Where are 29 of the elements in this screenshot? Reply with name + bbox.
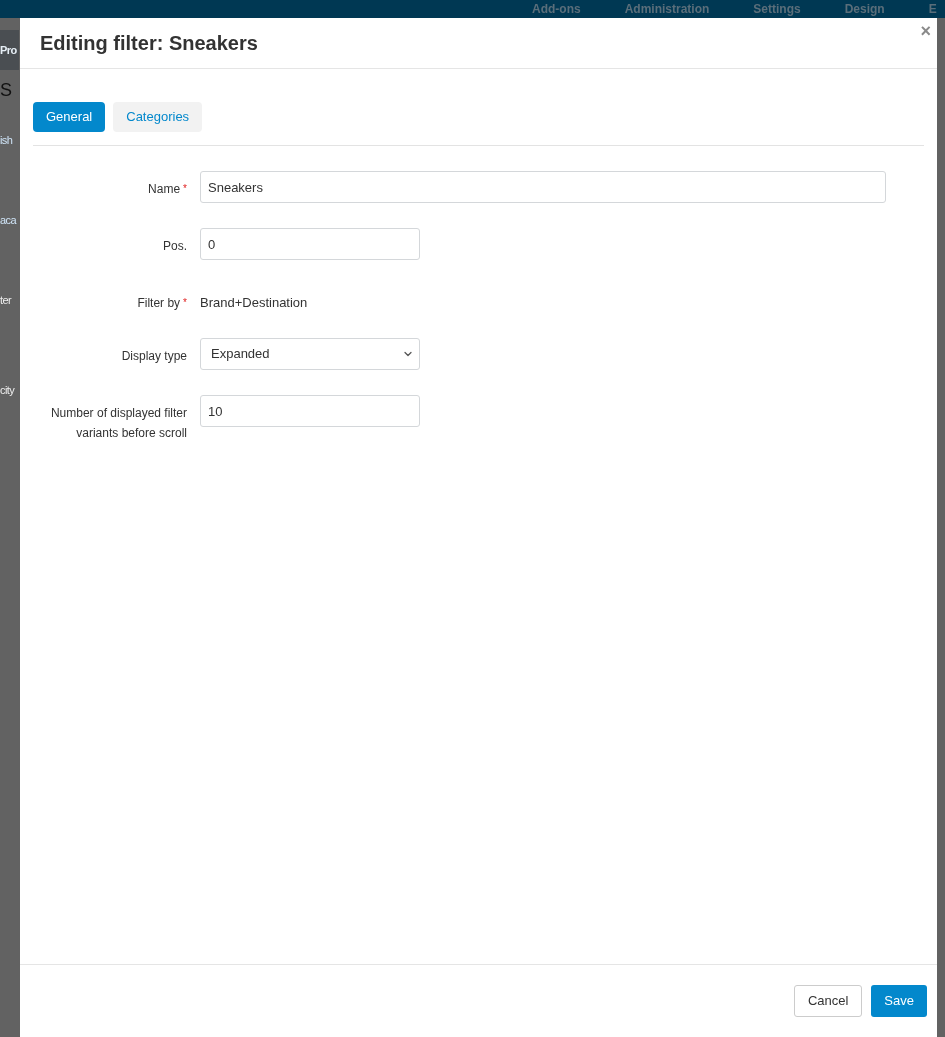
nav-item[interactable]: Add-ons xyxy=(532,3,581,15)
field-label: Filter by xyxy=(136,295,181,312)
background-text: city xyxy=(0,383,15,398)
text-field[interactable]: 0 xyxy=(200,228,420,260)
background-text: aca xyxy=(0,213,16,228)
field-label: Pos. xyxy=(162,238,187,255)
field-label: Name xyxy=(147,181,181,198)
background-text: ish xyxy=(0,133,13,148)
background-text: ter xyxy=(0,293,12,308)
select-field[interactable]: Expanded xyxy=(200,338,420,370)
close-button[interactable]: × xyxy=(920,22,931,40)
required-mark: * xyxy=(183,296,187,310)
field-label: Display type xyxy=(120,348,187,365)
nav-item[interactable]: Design xyxy=(844,3,885,15)
text-field[interactable]: Sneakers xyxy=(200,171,886,203)
background-text: S xyxy=(0,79,12,102)
field-value: Brand+Destination xyxy=(200,294,308,312)
dialog-title: Editing filter: Sneakers xyxy=(40,31,258,56)
cancel-button[interactable]: Cancel xyxy=(793,985,863,1017)
nav-item[interactable]: Administration xyxy=(624,3,710,15)
nav-item[interactable]: Settings xyxy=(753,3,801,15)
save-button[interactable]: Save xyxy=(871,985,927,1017)
field-label: Number of displayed filter variants before scroll xyxy=(49,405,187,442)
tab[interactable]: General xyxy=(33,102,106,132)
background-text: Pro xyxy=(0,43,17,58)
text-field[interactable]: 10 xyxy=(200,395,420,427)
required-mark: * xyxy=(183,182,187,196)
nav-item[interactable]: E xyxy=(928,3,937,15)
tab[interactable]: Categories xyxy=(113,102,203,132)
